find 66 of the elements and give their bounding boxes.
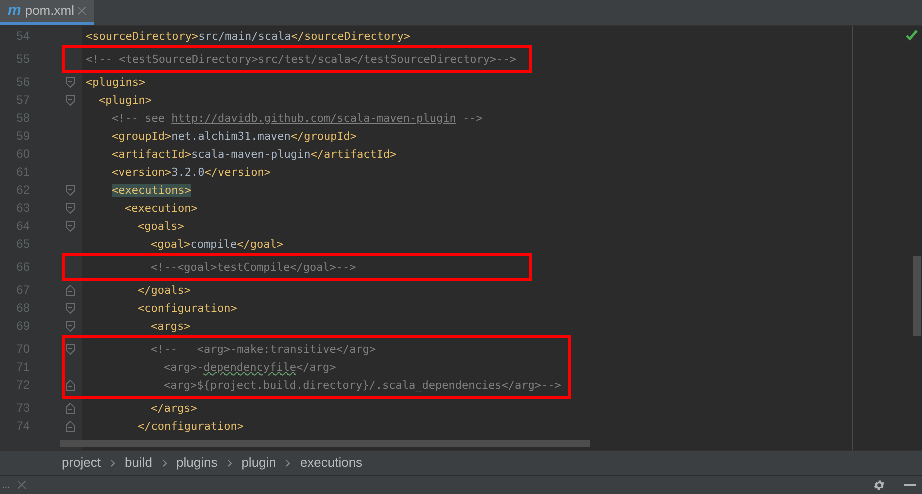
breadcrumb-item[interactable]: plugins <box>176 453 218 473</box>
xml-tag: <artifactId> <box>112 148 192 160</box>
fold-marker-icon[interactable] <box>66 402 75 414</box>
fold-marker-icon[interactable] <box>66 220 75 232</box>
xml-tag: </configuration> <box>138 420 244 432</box>
maven-logo: m <box>8 0 22 21</box>
fold-marker-icon[interactable] <box>66 420 75 432</box>
tag-value: 3.2.0 <box>172 166 205 178</box>
breadcrumb-item[interactable]: executions <box>300 453 363 473</box>
tool-window-label[interactable]: ... <box>2 478 10 492</box>
breadcrumb-item[interactable]: plugin <box>242 453 276 473</box>
fold-marker-icon[interactable] <box>66 380 75 390</box>
xml-tag: <sourceDirectory> <box>86 30 199 42</box>
xml-tag: <version> <box>112 166 172 178</box>
chevron-icon <box>162 460 166 466</box>
breadcrumb-item[interactable]: project <box>62 453 102 473</box>
code-comment: <!-- <testSourceDirectory>src/test/scala</testSourceDirectory>--> <box>86 52 516 66</box>
matched-tag: <executions> <box>112 184 192 196</box>
tag-value: compile <box>190 238 238 250</box>
xml-tag: </groupId> <box>290 130 358 142</box>
xml-tag: <goals> <box>138 220 184 232</box>
fold-marker-icon[interactable] <box>66 302 75 314</box>
fold-marker-icon[interactable] <box>66 184 75 196</box>
xml-tag: </artifactId> <box>310 148 397 160</box>
horizontal-scrollbar[interactable] <box>60 440 590 447</box>
breadcrumb-item[interactable]: build <box>125 453 152 473</box>
fold-marker-icon[interactable] <box>66 202 75 214</box>
chevron-icon <box>286 460 290 466</box>
xml-tag: <args> <box>151 320 191 332</box>
tag-value: src/main/scala <box>198 30 292 42</box>
code-comment: <arg>- <box>164 360 204 374</box>
vertical-scrollbar[interactable] <box>913 256 921 336</box>
xml-tag: <plugins> <box>86 76 146 88</box>
comment-link[interactable]: http://davidb.github.com/scala-maven-plugin <box>172 112 456 124</box>
chevron-icon <box>111 460 116 466</box>
xml-tag: <execution> <box>125 202 198 214</box>
code-comment: <!--<goal>testCompile</goal>--> <box>151 260 356 274</box>
tag-value: scala-maven-plugin <box>191 148 311 160</box>
close-icon[interactable] <box>18 481 26 489</box>
xml-tag: <plugin> <box>99 94 152 106</box>
settings-icon[interactable] <box>873 478 886 492</box>
xml-tag: </goal> <box>237 238 284 250</box>
code-comment: <arg>${project.build.directory}/.scala_dependencies</arg>--> <box>164 378 562 392</box>
misspelled-word: dependencyfile <box>204 360 296 374</box>
fold-marker-icon[interactable] <box>66 94 75 106</box>
fold-marker-icon[interactable] <box>66 76 75 88</box>
xml-tag: <groupId> <box>112 130 172 142</box>
code-comment: <!-- <arg>-make:transitive</arg> <box>151 342 376 356</box>
code-comment: <!-- see <box>112 112 166 124</box>
xml-tag: <configuration> <box>138 302 238 314</box>
close-icon[interactable] <box>78 7 86 15</box>
fold-marker-icon[interactable] <box>66 284 75 296</box>
xml-tag: <goal> <box>151 238 191 250</box>
fold-marker-icon[interactable] <box>66 344 75 354</box>
xml-tag: </goals> <box>138 284 191 296</box>
xml-tag: </version> <box>204 166 271 178</box>
tag-value: net.alchim31.maven <box>172 130 291 142</box>
code-comment: --> <box>462 112 483 124</box>
xml-tag: </args> <box>151 402 198 414</box>
xml-tag: </sourceDirectory> <box>291 30 411 42</box>
fold-marker-icon[interactable] <box>66 320 75 332</box>
tab-title: pom.xml <box>25 2 74 20</box>
check-icon <box>906 30 918 42</box>
chevron-icon <box>228 460 232 466</box>
editor-tab[interactable]: m pom.xml <box>0 0 94 25</box>
code-comment: </arg> <box>296 360 336 374</box>
